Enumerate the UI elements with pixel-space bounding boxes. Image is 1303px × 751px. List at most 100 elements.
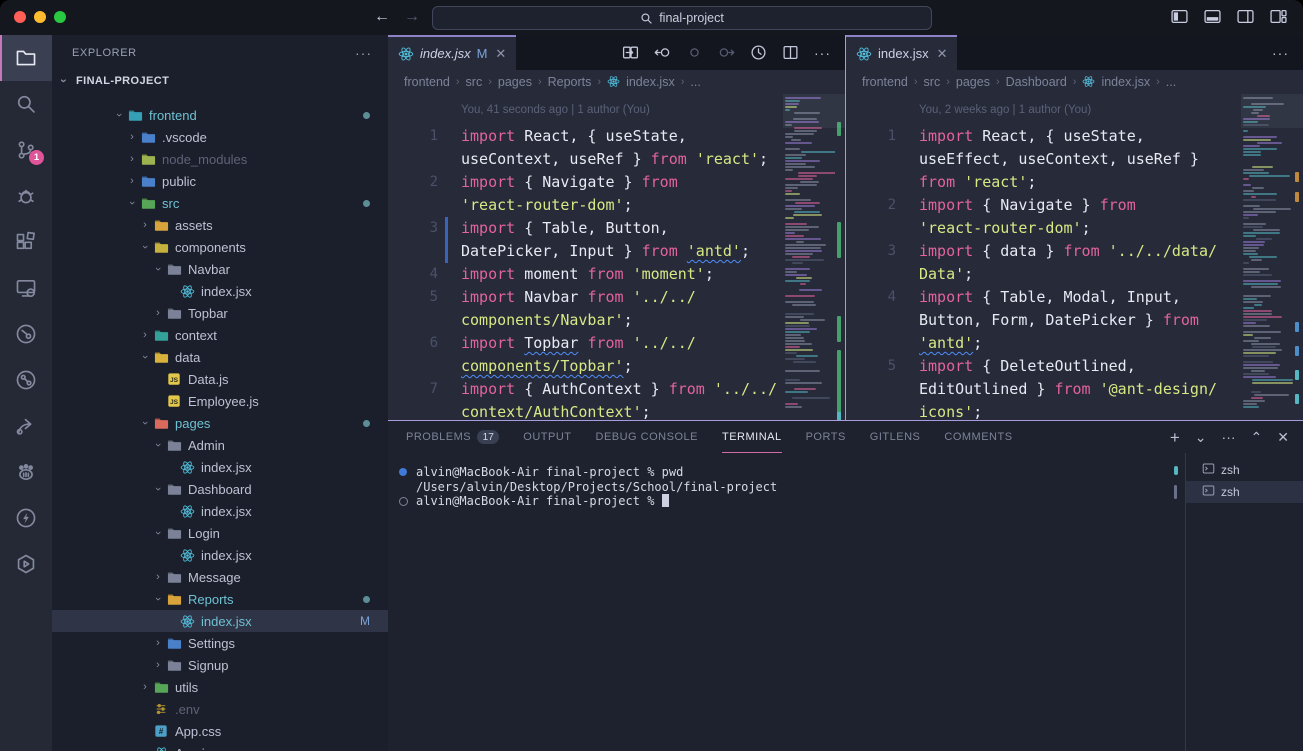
- file-history-icon[interactable]: [750, 44, 767, 61]
- breadcrumb-item[interactable]: frontend: [862, 75, 908, 89]
- breadcrumb-item[interactable]: frontend: [404, 75, 450, 89]
- breadcrumb-item[interactable]: src: [924, 75, 941, 89]
- tree-folder-dashboard[interactable]: ›Dashboard: [52, 478, 388, 500]
- terminal[interactable]: alvin@MacBook-Air final-project % pwd/Us…: [388, 453, 1185, 751]
- scrollbar[interactable]: [783, 94, 845, 128]
- tree-folder-pages[interactable]: ›pages: [52, 412, 388, 434]
- tree-folder-reports[interactable]: ›Reports: [52, 588, 388, 610]
- tree-folder-public[interactable]: ›public: [52, 170, 388, 192]
- panel-tab-gitlens[interactable]: GITLENS: [870, 421, 921, 453]
- tree-folder-src[interactable]: ›src: [52, 192, 388, 214]
- activity-item-hexagon-play[interactable]: [0, 541, 52, 587]
- tree-file-index-jsx[interactable]: index.jsx: [52, 500, 388, 522]
- launch-profile-dropdown-icon[interactable]: ⌄: [1195, 430, 1207, 444]
- panel-tab-debug-console[interactable]: DEBUG CONSOLE: [596, 421, 698, 453]
- scrollbar[interactable]: [1241, 94, 1303, 128]
- tree-folder-context[interactable]: ›context: [52, 324, 388, 346]
- tab-index-jsx-dashboard[interactable]: index.jsx ✕: [846, 35, 957, 70]
- close-window-button[interactable]: [14, 11, 26, 23]
- close-panel-icon[interactable]: ✕: [1277, 430, 1289, 444]
- breadcrumb-item[interactable]: Dashboard: [1006, 75, 1067, 89]
- activity-item-extensions[interactable]: [0, 219, 52, 265]
- project-root-header[interactable]: › FINAL-PROJECT: [52, 70, 388, 92]
- activity-item-explorer[interactable]: [0, 35, 52, 81]
- panel-tab-terminal[interactable]: TERMINAL: [722, 421, 782, 453]
- tab-index-jsx-reports[interactable]: index.jsx M ✕: [388, 35, 516, 70]
- minimize-window-button[interactable]: [34, 11, 46, 23]
- tree-folder-frontend[interactable]: ›frontend: [52, 104, 388, 126]
- tree-folder-navbar[interactable]: ›Navbar: [52, 258, 388, 280]
- more-actions-icon[interactable]: ···: [814, 45, 831, 61]
- navigate-back-icon[interactable]: ←: [374, 7, 390, 27]
- tree-folder-signup[interactable]: ›Signup: [52, 654, 388, 676]
- tree-file-index-jsx[interactable]: index.jsx: [52, 280, 388, 302]
- panel-tab-ports[interactable]: PORTS: [806, 421, 846, 453]
- tree-file-employee-js[interactable]: JSEmployee.js: [52, 390, 388, 412]
- tree-file-index-jsx[interactable]: index.jsx: [52, 544, 388, 566]
- customize-layout-icon[interactable]: [1270, 8, 1287, 25]
- breadcrumb-symbol-tail[interactable]: ...: [690, 75, 700, 89]
- chevron-right-icon: ›: [150, 307, 166, 319]
- terminal-instance-zsh[interactable]: zsh: [1186, 481, 1303, 503]
- activity-item-thunder-client[interactable]: [0, 495, 52, 541]
- code-editor-reports[interactable]: You, 41 seconds ago | 1 author (You) 1im…: [388, 94, 845, 420]
- breadcrumb-item[interactable]: src: [466, 75, 483, 89]
- tree-folder-components[interactable]: ›components: [52, 236, 388, 258]
- tree-folder-assets[interactable]: ›assets: [52, 214, 388, 236]
- tree-file-app-css[interactable]: #App.css: [52, 720, 388, 742]
- tree-folder-admin[interactable]: ›Admin: [52, 434, 388, 456]
- previous-change-icon[interactable]: [654, 44, 671, 61]
- tree-file-data-js[interactable]: JSData.js: [52, 368, 388, 390]
- toggle-panel-icon[interactable]: [1204, 8, 1221, 25]
- panel-tab-comments[interactable]: COMMENTS: [944, 421, 1012, 453]
- breadcrumb-item[interactable]: index.jsx: [626, 75, 675, 89]
- activity-item-source-control[interactable]: 1: [0, 127, 52, 173]
- tree-folder--vscode[interactable]: ›.vscode: [52, 126, 388, 148]
- minimap[interactable]: [785, 94, 835, 420]
- split-editor-icon[interactable]: [782, 44, 799, 61]
- navigate-forward-icon[interactable]: →: [404, 7, 420, 27]
- tree-folder-settings[interactable]: ›Settings: [52, 632, 388, 654]
- activity-item-live-share[interactable]: [0, 311, 52, 357]
- minimap[interactable]: [1243, 94, 1293, 420]
- breadcrumb-item[interactable]: pages: [956, 75, 990, 89]
- next-change-alt-icon[interactable]: [718, 44, 735, 61]
- activity-item-share[interactable]: [0, 403, 52, 449]
- next-change-icon[interactable]: [686, 44, 703, 61]
- activity-item-copilot-paw[interactable]: [0, 449, 52, 495]
- tree-file-index-jsx[interactable]: index.jsxM: [52, 610, 388, 632]
- tree-folder-node-modules[interactable]: ›node_modules: [52, 148, 388, 170]
- open-changes-icon[interactable]: [622, 44, 639, 61]
- tree-file-index-jsx[interactable]: index.jsx: [52, 456, 388, 478]
- maximize-panel-icon[interactable]: ⌃: [1251, 430, 1263, 444]
- tree-folder-login[interactable]: ›Login: [52, 522, 388, 544]
- new-terminal-icon[interactable]: +: [1170, 429, 1180, 446]
- explorer-more-actions-icon[interactable]: ···: [355, 45, 372, 61]
- breadcrumb-symbol-tail[interactable]: ...: [1166, 75, 1176, 89]
- activity-item-gitlens[interactable]: [0, 357, 52, 403]
- breadcrumb-item[interactable]: Reports: [548, 75, 592, 89]
- activity-item-run-and-debug[interactable]: [0, 173, 52, 219]
- more-actions-icon[interactable]: ···: [1222, 430, 1236, 444]
- tree-folder-data[interactable]: ›data: [52, 346, 388, 368]
- tree-folder-topbar[interactable]: ›Topbar: [52, 302, 388, 324]
- code-editor-dashboard[interactable]: You, 2 weeks ago | 1 author (You) 1impor…: [846, 94, 1303, 420]
- terminal-instance-zsh[interactable]: zsh: [1186, 459, 1303, 481]
- close-icon[interactable]: ✕: [937, 46, 948, 62]
- tree-file-app-jsx[interactable]: App.jsx: [52, 742, 388, 751]
- command-center-search[interactable]: final-project: [432, 6, 932, 30]
- breadcrumb-item[interactable]: pages: [498, 75, 532, 89]
- activity-item-search[interactable]: [0, 81, 52, 127]
- toggle-secondary-sidebar-icon[interactable]: [1237, 8, 1254, 25]
- panel-tab-problems[interactable]: PROBLEMS17: [406, 421, 499, 453]
- tree-folder-message[interactable]: ›Message: [52, 566, 388, 588]
- activity-item-remote-explorer[interactable]: [0, 265, 52, 311]
- more-actions-icon[interactable]: ···: [1272, 45, 1289, 61]
- tree-file--env[interactable]: .env: [52, 698, 388, 720]
- close-icon[interactable]: ✕: [495, 46, 506, 62]
- panel-tab-output[interactable]: OUTPUT: [523, 421, 571, 453]
- tree-folder-utils[interactable]: ›utils: [52, 676, 388, 698]
- breadcrumb-item[interactable]: index.jsx: [1101, 75, 1150, 89]
- zoom-window-button[interactable]: [54, 11, 66, 23]
- toggle-primary-sidebar-icon[interactable]: [1171, 8, 1188, 25]
